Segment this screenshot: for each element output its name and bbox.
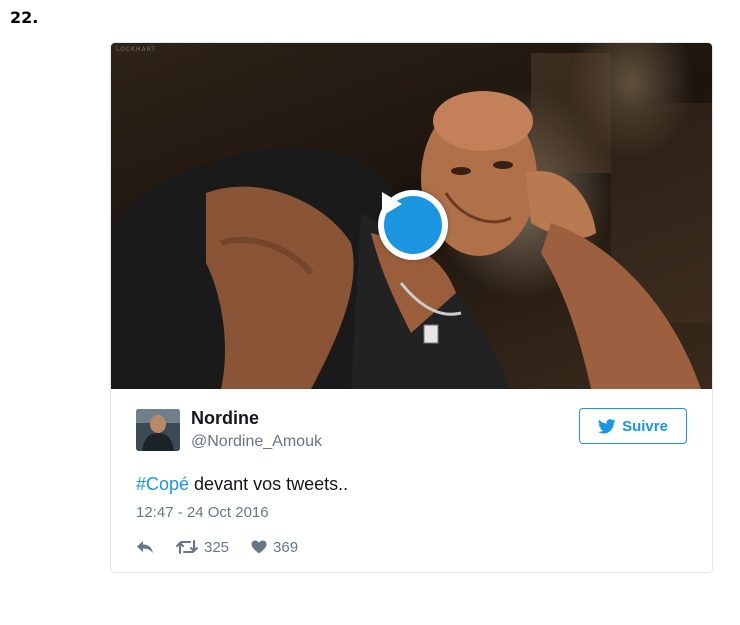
follow-button-label: Suivre	[622, 417, 668, 435]
tweet-text: #Copé devant vos tweets..	[136, 474, 348, 495]
like-button[interactable]: 369	[251, 539, 298, 556]
tweet-timestamp[interactable]: 12:47 - 24 Oct 2016	[136, 504, 269, 521]
play-icon	[382, 192, 402, 216]
like-count: 369	[273, 538, 299, 556]
tweet-actions: 325 369	[136, 537, 298, 557]
tweet-author-name[interactable]: Nordine	[191, 408, 259, 429]
hashtag-link[interactable]: #Copé	[136, 474, 189, 494]
reply-button[interactable]	[136, 540, 154, 554]
retweet-icon	[176, 540, 198, 554]
list-item-number: 22.	[10, 8, 39, 27]
tweet-text-body: devant vos tweets..	[189, 474, 349, 494]
tweet-author-handle[interactable]: @Nordine_Amouk	[191, 433, 322, 451]
video-watermark: LOCKHART	[116, 46, 156, 53]
play-button[interactable]	[378, 190, 448, 260]
heart-icon	[251, 540, 267, 554]
tweet-body: Nordine @Nordine_Amouk Suivre #Copé deva…	[111, 389, 712, 572]
avatar-image	[136, 409, 180, 451]
video-thumbnail[interactable]: LOCKHART	[111, 43, 712, 389]
retweet-button[interactable]: 325	[176, 539, 229, 556]
embedded-tweet-card: LOCKHART Nordine @Nordine_Amouk Suivre #…	[110, 42, 713, 573]
twitter-bird-icon	[598, 418, 616, 433]
avatar[interactable]	[136, 409, 180, 451]
retweet-count: 325	[204, 538, 230, 556]
reply-icon	[137, 541, 153, 553]
follow-button[interactable]: Suivre	[579, 408, 687, 444]
